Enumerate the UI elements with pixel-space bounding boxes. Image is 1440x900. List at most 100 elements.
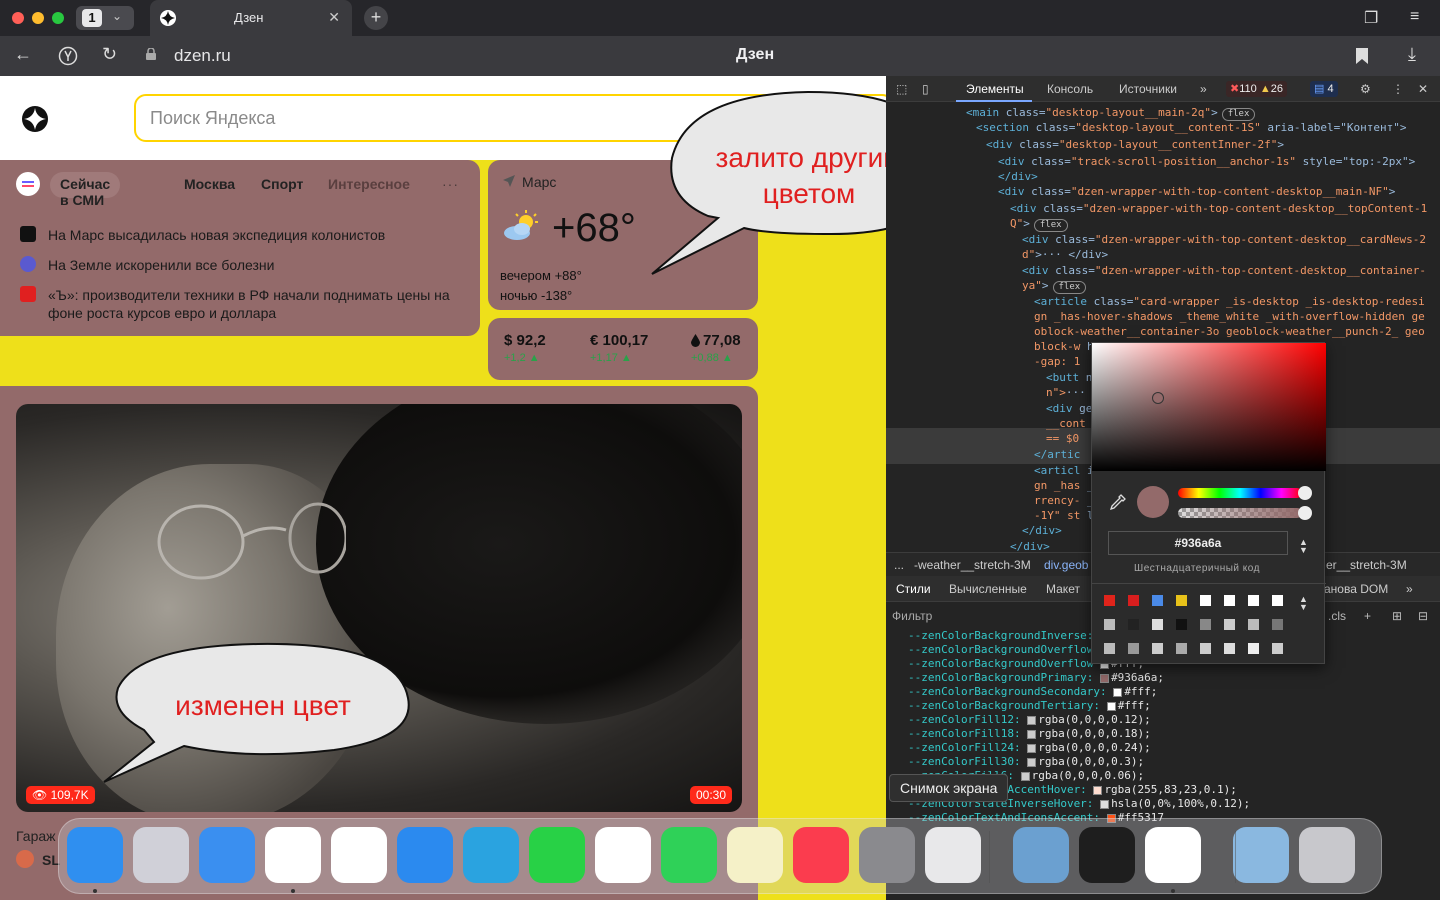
color-swatch[interactable] xyxy=(1100,799,1110,809)
palette-swatch[interactable] xyxy=(1104,595,1115,606)
rates-card[interactable]: $ 92,2 +1,2 ▲ € 100,17 +1,17 ▲ 77,08 +0,… xyxy=(488,318,758,380)
minimize-window-button[interactable] xyxy=(32,12,44,24)
tab-styles[interactable]: Стили xyxy=(896,582,931,596)
close-tab-icon[interactable]: ✕ xyxy=(328,9,340,26)
palette-swatch[interactable] xyxy=(1272,619,1283,630)
hue-slider[interactable] xyxy=(1178,488,1302,498)
breadcrumb-more[interactable]: ... xyxy=(894,558,904,572)
eyedropper-icon[interactable] xyxy=(1110,494,1126,510)
breadcrumb-item[interactable]: er__stretch-3M xyxy=(1326,558,1407,572)
color-swatch[interactable] xyxy=(1100,673,1110,683)
inspect-element-icon[interactable]: ⬚ xyxy=(896,82,907,96)
alpha-slider[interactable] xyxy=(1178,508,1302,518)
whatsapp-icon[interactable] xyxy=(529,827,585,883)
palette-swatch[interactable] xyxy=(1128,619,1139,630)
color-handle[interactable] xyxy=(1152,392,1164,404)
bookmark-icon[interactable] xyxy=(1356,48,1368,64)
preview-icon[interactable] xyxy=(1013,827,1069,883)
css-variable-line[interactable]: --zenColorBackgroundTertiary: #fff; xyxy=(908,699,1151,712)
css-variable-line[interactable]: --zenColorFill18: rgba(0,0,0,0.18); xyxy=(908,727,1151,740)
color-swatch[interactable] xyxy=(1106,701,1116,711)
photos-icon[interactable] xyxy=(595,827,651,883)
more-tabs-icon[interactable]: » xyxy=(1200,82,1207,96)
palette-swatch[interactable] xyxy=(1200,643,1211,654)
styles-filter-input[interactable]: Фильтр xyxy=(892,609,932,623)
palette-swatch[interactable] xyxy=(1248,619,1259,630)
breadcrumb-item[interactable]: -weather__stretch-3M xyxy=(914,558,1031,572)
music-icon[interactable] xyxy=(793,827,849,883)
color-swatch[interactable] xyxy=(1027,715,1037,725)
css-variable-line[interactable]: --zenColorFill12: rgba(0,0,0,0.12); xyxy=(908,713,1151,726)
message-count-badge[interactable]: ▤ 4 xyxy=(1310,81,1338,97)
error-count-badge[interactable]: ✖110 ▲26 xyxy=(1226,81,1287,97)
palette-swatch[interactable] xyxy=(1104,643,1115,654)
more-subtabs-icon[interactable]: » xyxy=(1406,582,1413,596)
palette-swatch[interactable] xyxy=(1224,619,1235,630)
tab-dom-breakpoints[interactable]: анова DOM xyxy=(1324,582,1388,596)
mail-icon[interactable] xyxy=(199,827,255,883)
facetime-icon[interactable] xyxy=(661,827,717,883)
flex-badge[interactable]: flex xyxy=(1221,108,1256,121)
palette-swatch[interactable] xyxy=(1248,643,1259,654)
color-swatch[interactable] xyxy=(1113,687,1123,697)
css-variable-line[interactable]: --zenColorBackgroundPrimary: #936a6a; xyxy=(908,671,1164,684)
terminal-icon[interactable] xyxy=(1079,827,1135,883)
saturation-value-area[interactable] xyxy=(1092,343,1326,471)
device-toolbar-icon[interactable]: ▯ xyxy=(922,82,929,96)
close-window-button[interactable] xyxy=(12,12,24,24)
color-swatch[interactable] xyxy=(1027,743,1037,753)
palette-swatch[interactable] xyxy=(1200,595,1211,606)
dom-node-line[interactable]: oblock-weather__container-3o geoblock-we… xyxy=(1034,325,1425,338)
element-state-icon[interactable]: ⊞ xyxy=(1392,609,1402,623)
new-tab-button[interactable]: + xyxy=(364,6,388,30)
alpha-slider-knob[interactable] xyxy=(1298,506,1312,520)
tab-counter-button[interactable]: 1 ⌄ xyxy=(76,6,134,30)
system-settings-icon[interactable] xyxy=(859,827,915,883)
dom-node-line[interactable]: <main class="desktop-layout__main-2q"> fl… xyxy=(966,106,1256,121)
palette-swatch[interactable] xyxy=(1272,643,1283,654)
dom-node-line[interactable]: ya"> flex xyxy=(1022,279,1087,294)
launchpad-icon[interactable] xyxy=(133,827,189,883)
screenshot-icon[interactable] xyxy=(925,827,981,883)
dom-node-line[interactable]: <div class="dzen-wrapper-with-top-conten… xyxy=(998,185,1395,198)
flex-badge[interactable]: flex xyxy=(1052,281,1087,294)
dom-node-line[interactable]: -gap: 1 xyxy=(1034,355,1080,368)
dzen-logo-icon[interactable] xyxy=(22,106,48,132)
news-tab-interesting[interactable]: Интересное xyxy=(318,172,420,198)
palette-swatch[interactable] xyxy=(1152,619,1163,630)
palette-swatch[interactable] xyxy=(1248,595,1259,606)
palette-swatch[interactable] xyxy=(1176,619,1187,630)
dom-node-line[interactable]: <article class="card-wrapper _is-desktop… xyxy=(1034,295,1425,308)
palette-swatch[interactable] xyxy=(1176,595,1187,606)
news-tab-sport[interactable]: Спорт xyxy=(251,172,313,198)
tab-console[interactable]: Консоль xyxy=(1047,82,1093,96)
collections-icon[interactable]: ❐ xyxy=(1364,8,1378,28)
breadcrumb-item[interactable]: div.geob xyxy=(1044,558,1088,572)
download-icon[interactable]: ⤓ xyxy=(1408,44,1416,65)
color-swatch[interactable] xyxy=(1020,771,1030,781)
tab-dzen[interactable]: Дзен ✕ xyxy=(150,0,352,36)
palette-swatch[interactable] xyxy=(1224,643,1235,654)
kebab-menu-icon[interactable]: ⋮ xyxy=(1392,82,1404,96)
yandex-browser-icon[interactable] xyxy=(1145,827,1201,883)
palette-toggle-icon[interactable]: ▲ ▼ xyxy=(1299,595,1308,612)
palette-swatch[interactable] xyxy=(1128,643,1139,654)
dom-node-line[interactable]: </artic xyxy=(1034,448,1080,461)
color-swatch[interactable] xyxy=(1093,785,1103,795)
color-swatch[interactable] xyxy=(1027,729,1037,739)
css-variable-line[interactable]: --zenColorBackgroundSecondary: #fff; xyxy=(908,685,1157,698)
notes-icon[interactable] xyxy=(727,827,783,883)
format-toggle-icon[interactable]: ▲ ▼ xyxy=(1299,538,1308,555)
palette-swatch[interactable] xyxy=(1128,595,1139,606)
dom-node-line[interactable]: </div> xyxy=(1022,524,1062,537)
tab-sources[interactable]: Источники xyxy=(1119,82,1177,96)
flex-badge[interactable]: flex xyxy=(1033,219,1068,232)
palette-swatch[interactable] xyxy=(1152,595,1163,606)
dom-node-line[interactable]: d">··· </div> xyxy=(1022,248,1108,261)
channel-label[interactable]: Гараж xyxy=(16,828,56,844)
color-swatch[interactable] xyxy=(1027,757,1037,767)
safari-icon[interactable] xyxy=(265,827,321,883)
vk-icon[interactable] xyxy=(397,827,453,883)
hex-input[interactable]: #936a6a xyxy=(1108,531,1288,555)
dom-node-line[interactable]: </div> xyxy=(998,170,1038,183)
